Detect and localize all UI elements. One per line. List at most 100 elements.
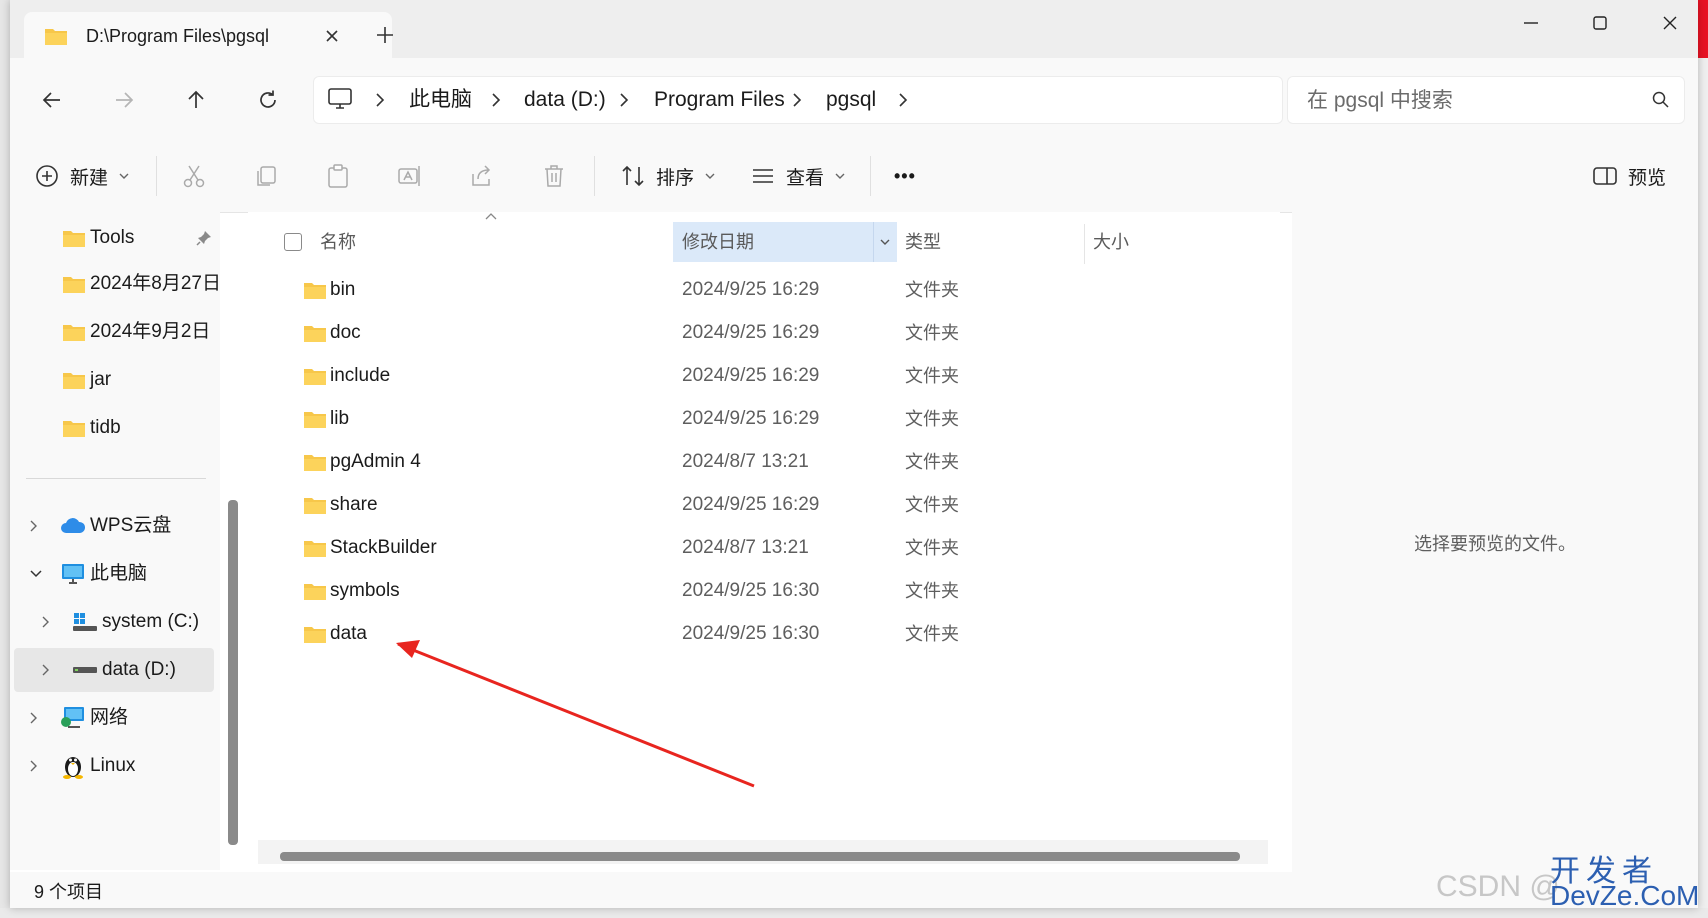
preview-label: 预览 (1628, 167, 1667, 189)
sort-arrows-icon (620, 163, 646, 189)
chevron-right-icon[interactable] (40, 614, 52, 630)
plus-icon[interactable] (372, 22, 398, 48)
breadcrumb-this-pc[interactable]: 此电脑 (409, 88, 472, 112)
active-tab[interactable]: D:\Program Files\pgsql (24, 12, 392, 58)
preview-pane-icon (1592, 163, 1618, 189)
share-icon (469, 163, 495, 189)
breadcrumb-data-drive[interactable]: data (D:) (524, 88, 606, 112)
maximize-button[interactable] (1570, 6, 1630, 40)
chevron-right-icon (617, 90, 631, 110)
computer-icon (60, 563, 86, 585)
item-count: 9 个项目 (34, 882, 104, 902)
sidebar-item-label: tidb (90, 417, 121, 438)
chevron-down-icon (704, 170, 716, 182)
preview-pane: 选择要预览的文件。 (1292, 212, 1698, 872)
trash-icon (541, 163, 567, 189)
sidebar-item-folder[interactable]: 2024年8月27日 (10, 262, 220, 306)
watermark-csdn: CSDN @ (1436, 870, 1560, 903)
horizontal-scrollbar[interactable] (280, 852, 1240, 861)
sidebar-item-label: system (C:) (102, 611, 200, 632)
refresh-icon (256, 88, 280, 112)
search-input[interactable] (1305, 86, 1629, 116)
folder-icon (62, 370, 86, 390)
new-label: 新建 (70, 167, 109, 189)
copy-button[interactable] (244, 154, 288, 198)
search-icon[interactable] (1651, 90, 1671, 110)
sidebar-item-folder[interactable]: 2024年9月2日 (10, 310, 220, 354)
sort-button[interactable]: 排序 (620, 154, 716, 198)
chevron-right-icon[interactable] (28, 518, 40, 534)
folder-icon (62, 322, 86, 342)
minimize-icon (1521, 13, 1541, 33)
file-list: 名称 修改日期 类型 大小 bin 2024/9/25 16:29 文件夹 do… (248, 212, 1280, 872)
close-window-button[interactable] (1640, 6, 1698, 40)
view-button[interactable]: 查看 (750, 154, 846, 198)
refresh-button[interactable] (248, 80, 288, 120)
chevron-down-icon (834, 170, 846, 182)
chevron-right-icon[interactable] (28, 710, 40, 726)
command-bar: 新建 排序 查看 ••• 预览 (10, 140, 1698, 213)
sidebar-item-linux[interactable]: Linux (10, 744, 220, 788)
folder-icon (62, 274, 86, 294)
paste-button[interactable] (316, 154, 360, 198)
sidebar-item-tools[interactable]: Tools (10, 216, 220, 260)
up-arrow-icon (184, 88, 208, 112)
chevron-down-icon[interactable] (28, 568, 44, 580)
search-box[interactable] (1287, 76, 1685, 124)
sidebar-item-label: 此电脑 (90, 563, 148, 584)
scissors-icon (181, 163, 207, 189)
background-edge-left (0, 0, 10, 918)
navigation-bar: 此电脑 data (D:) Program Files pgsql (10, 58, 1698, 140)
close-tab-icon[interactable] (320, 24, 344, 48)
copy-icon (253, 163, 279, 189)
new-button[interactable]: 新建 (34, 154, 130, 198)
more-options-button[interactable]: ••• (894, 154, 916, 198)
background-red-corner (1698, 0, 1708, 58)
preview-pane-button[interactable]: 预览 (1592, 154, 1666, 198)
rename-button[interactable] (388, 154, 432, 198)
sidebar-item-label: Linux (90, 755, 136, 776)
sidebar-item-network[interactable]: 网络 (10, 696, 220, 740)
cut-button[interactable] (172, 154, 216, 198)
close-icon (1660, 13, 1680, 33)
sidebar-item-tidb[interactable]: tidb (10, 406, 220, 450)
sidebar-item-wps-cloud[interactable]: WPS云盘 (10, 504, 220, 548)
sidebar-item-system-c[interactable]: system (C:) (10, 600, 220, 644)
chevron-right-icon[interactable] (40, 662, 52, 678)
breadcrumb-program-files[interactable]: Program Files (654, 88, 785, 112)
address-bar[interactable]: 此电脑 data (D:) Program Files pgsql (313, 76, 1283, 124)
back-button[interactable] (32, 80, 72, 120)
more-dots-icon: ••• (894, 165, 916, 186)
background-edge-right (1698, 0, 1708, 918)
chevron-down-icon (118, 170, 130, 182)
tab-title: D:\Program Files\pgsql (86, 26, 270, 46)
chevron-right-icon[interactable] (896, 90, 910, 110)
toolbar-divider (156, 156, 157, 196)
background-edge-bottom (0, 908, 1708, 918)
chevron-right-icon[interactable] (28, 758, 40, 774)
forward-button[interactable] (104, 80, 144, 120)
pin-icon[interactable] (196, 230, 212, 246)
sidebar-item-data-d[interactable]: data (D:) (14, 648, 214, 692)
folder-icon (62, 228, 86, 248)
file-explorer-window: D:\Program Files\pgsql 此电脑 data (D:) Pro… (10, 0, 1698, 908)
sidebar-item-label: WPS云盘 (90, 515, 172, 536)
windows-drive-icon (72, 612, 98, 632)
back-arrow-icon (40, 88, 64, 112)
annotation-arrow (396, 640, 755, 788)
share-button[interactable] (460, 154, 504, 198)
toolbar-divider (594, 156, 595, 196)
up-button[interactable] (176, 80, 216, 120)
breadcrumb-pgsql[interactable]: pgsql (826, 88, 876, 112)
title-bar: D:\Program Files\pgsql (10, 0, 1698, 58)
chevron-right-icon (373, 90, 387, 110)
folder-icon (62, 418, 86, 438)
delete-button[interactable] (532, 154, 576, 198)
sidebar-item-jar[interactable]: jar (10, 358, 220, 402)
sidebar-scrollbar[interactable] (228, 500, 238, 845)
sidebar-item-label: 2024年9月2日 (90, 321, 211, 342)
sidebar-item-this-pc[interactable]: 此电脑 (10, 552, 220, 596)
minimize-button[interactable] (1501, 6, 1561, 40)
sidebar-item-label: data (D:) (102, 659, 176, 680)
network-icon (60, 706, 86, 730)
